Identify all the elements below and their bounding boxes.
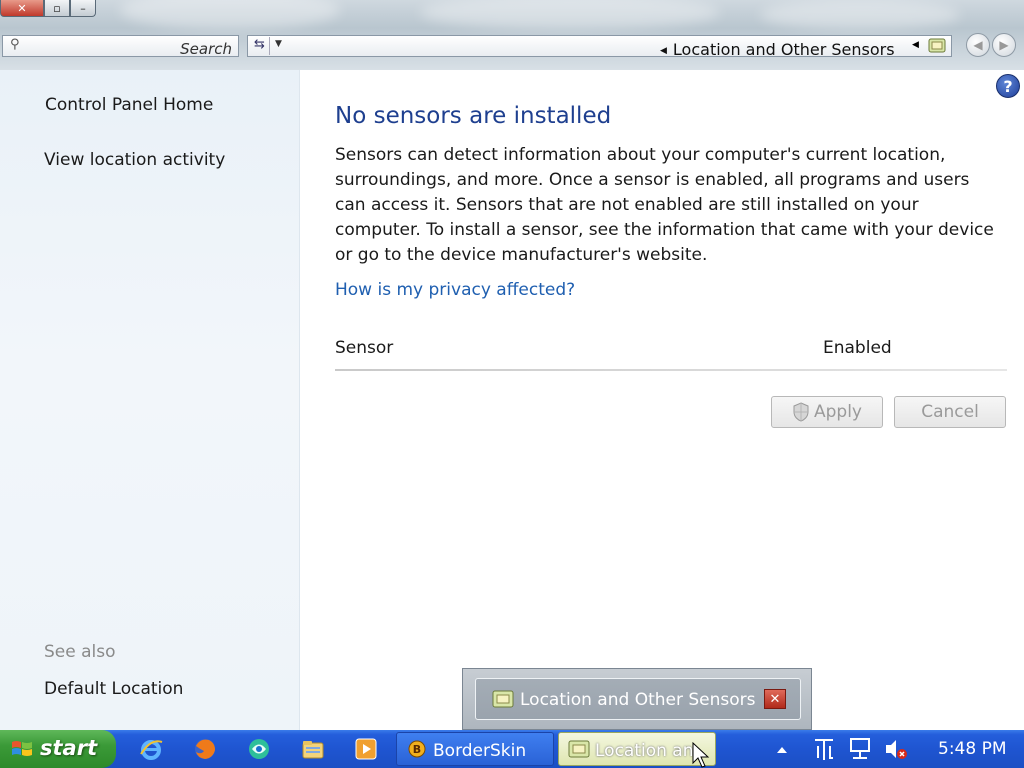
refresh-icon[interactable]: ⇆ — [250, 37, 270, 55]
search-input[interactable]: ⚲ Search — [2, 35, 239, 58]
start-button[interactable]: start — [0, 730, 116, 768]
breadcrumb[interactable]: ◀ Location and Other Sensors — [660, 40, 895, 59]
back-nav-button[interactable]: ◀ — [966, 33, 990, 57]
task-borderskin[interactable]: B BorderSkin — [396, 732, 554, 766]
show-hidden-icons-icon[interactable] — [774, 730, 790, 768]
system-clock[interactable]: 5:48 PM — [938, 739, 1007, 759]
table-header-divider — [335, 369, 1007, 371]
history-dropdown-icon[interactable]: ▼ — [275, 39, 282, 49]
location-sensor-icon — [928, 38, 946, 53]
firefox-icon[interactable] — [192, 736, 218, 762]
internet-explorer-icon[interactable] — [138, 736, 164, 762]
address-bar[interactable]: ⇆ ▼ ◀ Location and Other Sensors ◀ — [247, 35, 952, 59]
network-icon[interactable] — [848, 730, 872, 768]
control-panel-home-link[interactable]: Control Panel Home — [45, 95, 213, 115]
svg-text:B: B — [413, 743, 421, 756]
default-location-link[interactable]: Default Location — [44, 679, 183, 699]
breadcrumb-arrow-icon: ◀ — [660, 46, 667, 56]
ime-icon[interactable] — [812, 730, 836, 768]
preview-item[interactable]: Location and Other Sensors ✕ — [475, 678, 801, 720]
help-icon[interactable]: ? — [996, 74, 1020, 98]
taskbar-preview[interactable]: Location and Other Sensors ✕ — [462, 668, 812, 730]
folder-icon[interactable] — [300, 736, 326, 762]
media-player-icon[interactable] — [353, 736, 379, 762]
search-placeholder: Search — [180, 40, 232, 58]
preview-title: Location and Other Sensors — [520, 690, 756, 710]
borderskin-icon: B — [408, 740, 426, 758]
sensor-column-header: Sensor — [335, 338, 394, 358]
see-also-label: See also — [44, 642, 116, 662]
shield-icon — [793, 402, 809, 422]
apply-button[interactable]: Apply — [771, 396, 883, 428]
volume-muted-icon[interactable] — [884, 730, 908, 768]
search-icon: ⚲ — [10, 37, 20, 52]
view-location-activity-link[interactable]: View location activity — [44, 150, 225, 170]
page-title: No sensors are installed — [335, 103, 612, 129]
location-sensor-icon — [492, 690, 514, 708]
browser-icon[interactable] — [246, 736, 272, 762]
breadcrumb-location: Location and Other Sensors — [672, 40, 895, 59]
minimize-window-button[interactable]: – — [70, 0, 96, 17]
taskbar: start B BorderSkin Location an 5:48 PM — [0, 730, 1024, 768]
cancel-label: Cancel — [921, 402, 979, 422]
mouse-cursor-icon — [692, 742, 710, 768]
task-location-label: Location an — [595, 741, 694, 761]
forward-nav-button[interactable]: ▶ — [992, 33, 1016, 57]
sidebar: Control Panel Home View location activit… — [0, 70, 300, 730]
location-sensor-icon — [568, 740, 590, 758]
breadcrumb-back-icon[interactable]: ◀ — [912, 40, 919, 50]
apply-label: Apply — [814, 402, 862, 422]
preview-close-button[interactable]: ✕ — [764, 689, 786, 709]
windows-flag-icon — [12, 741, 32, 756]
window-controls: ✕ ▫ – — [0, 0, 96, 17]
page-description: Sensors can detect information about you… — [335, 145, 994, 265]
task-borderskin-label: BorderSkin — [433, 741, 527, 761]
enabled-column-header: Enabled — [823, 338, 892, 358]
restore-window-button[interactable]: ▫ — [44, 0, 70, 17]
close-window-button[interactable]: ✕ — [0, 0, 44, 17]
start-label: start — [40, 736, 98, 760]
privacy-link[interactable]: How is my privacy affected? — [335, 280, 575, 300]
cancel-button[interactable]: Cancel — [894, 396, 1006, 428]
